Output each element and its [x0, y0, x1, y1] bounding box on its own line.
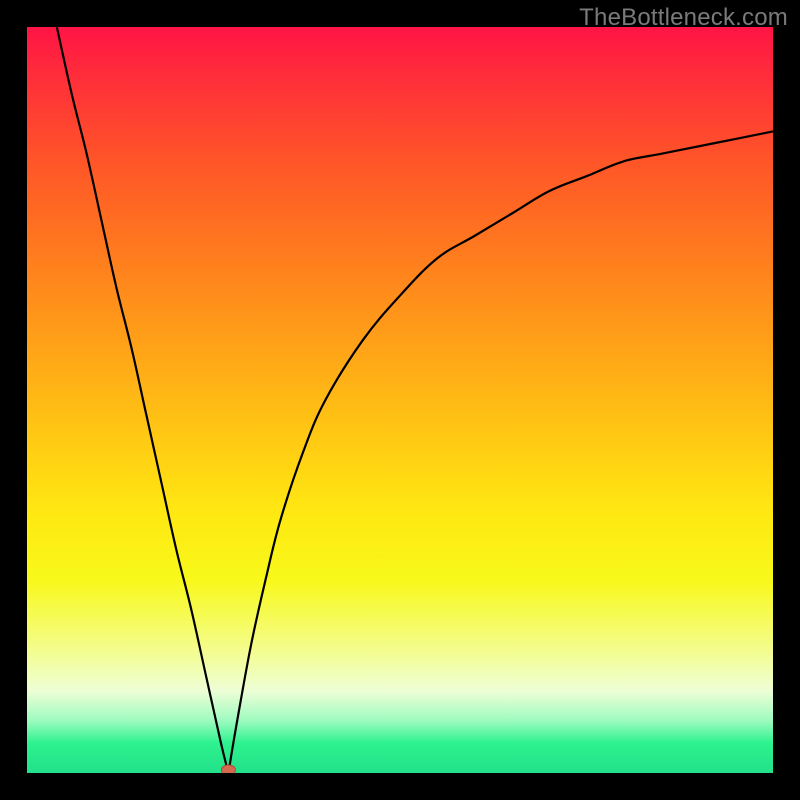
- curve-left-branch: [57, 27, 229, 773]
- vertex-marker: [221, 765, 235, 773]
- curve-right-branch: [228, 131, 773, 773]
- chart-plot-area: [27, 27, 773, 773]
- bottleneck-curve: [27, 27, 773, 773]
